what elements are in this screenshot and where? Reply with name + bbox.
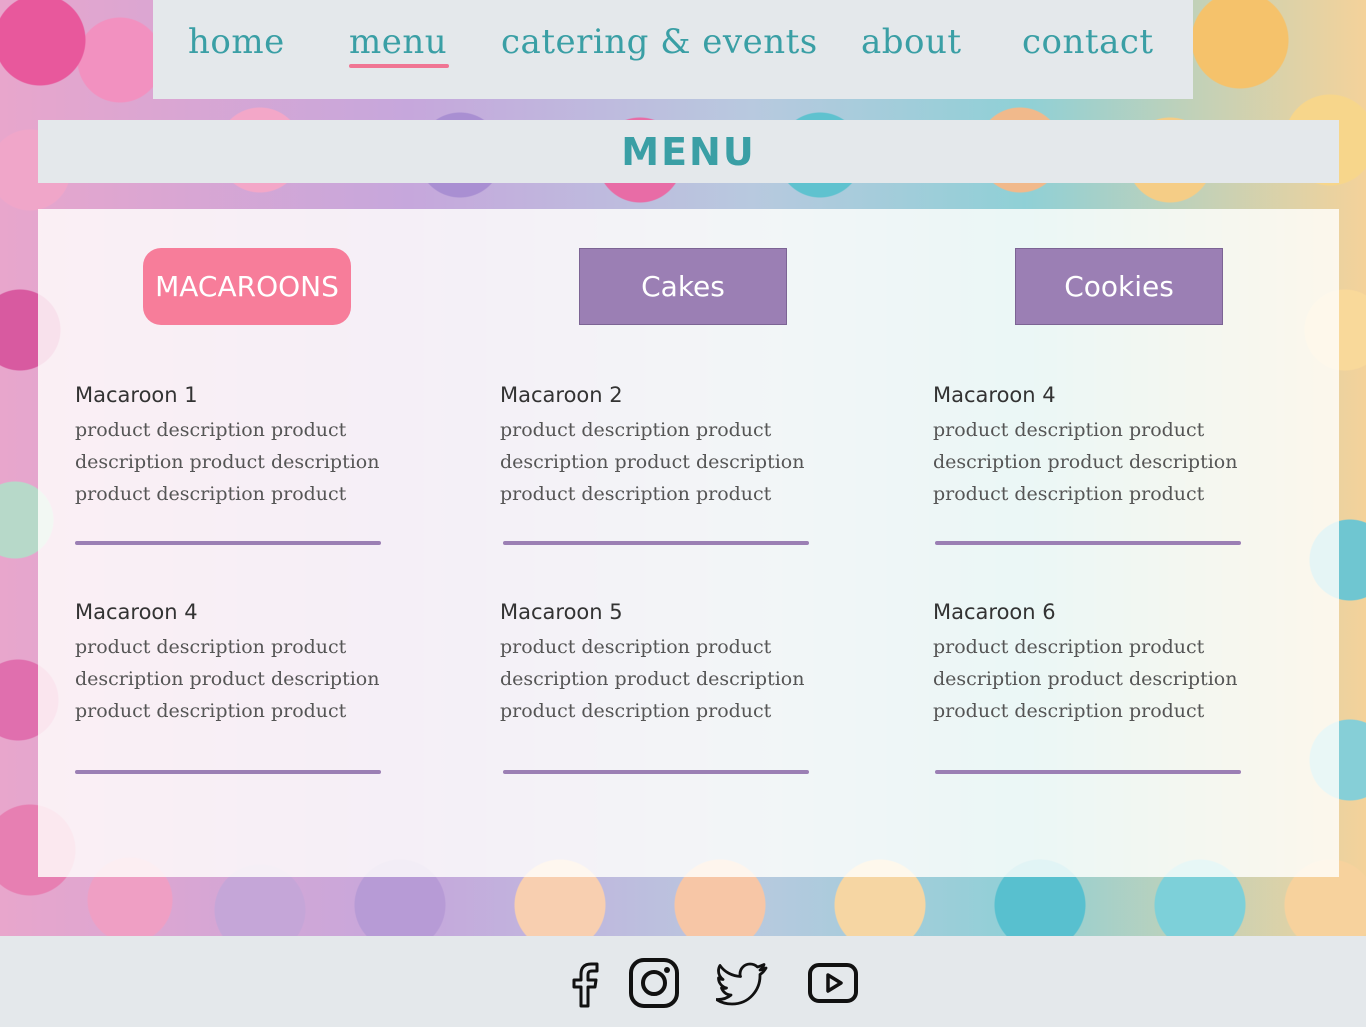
facebook-icon[interactable] [560, 956, 614, 1010]
category-cookies-button[interactable]: Cookies [1015, 248, 1223, 325]
product-card: Macaroon 2 product description product d… [500, 383, 840, 510]
product-description: product description product description … [933, 419, 1238, 505]
page-title: MENU [621, 129, 756, 174]
youtube-icon[interactable] [806, 956, 860, 1010]
instagram-icon[interactable] [627, 956, 681, 1010]
product-card: Macaroon 5 product description product d… [500, 600, 840, 727]
nav-contact[interactable]: contact [1022, 22, 1154, 62]
product-divider [935, 770, 1241, 774]
nav-catering-events[interactable]: catering & events [501, 22, 818, 62]
product-card: Macaroon 1 product description product d… [75, 383, 415, 510]
nav-home[interactable]: home [188, 22, 285, 62]
product-card: Macaroon 4 product description product d… [75, 600, 415, 727]
product-card: Macaroon 6 product description product d… [933, 600, 1273, 727]
product-name: Macaroon 2 [500, 383, 623, 407]
nav-about[interactable]: about [861, 22, 962, 62]
product-divider [75, 541, 381, 545]
product-description: product description product description … [500, 419, 805, 505]
page-title-bar: MENU [38, 120, 1339, 183]
product-divider [935, 541, 1241, 545]
product-name: Macaroon 1 [75, 383, 198, 407]
product-divider [75, 770, 381, 774]
product-description: product description product description … [75, 636, 380, 722]
product-name: Macaroon 5 [500, 600, 623, 624]
product-divider [503, 770, 809, 774]
product-description: product description product description … [933, 636, 1238, 722]
category-macaroons-button[interactable]: MACAROONS [143, 248, 351, 325]
product-name: Macaroon 4 [75, 600, 198, 624]
category-cakes-button[interactable]: Cakes [579, 248, 787, 325]
nav-menu[interactable]: menu [349, 22, 450, 68]
product-divider [503, 541, 809, 545]
twitter-icon[interactable] [716, 956, 770, 1010]
product-description: product description product description … [500, 636, 805, 722]
product-name: Macaroon 6 [933, 600, 1056, 624]
top-navigation: home menu catering & events about contac… [153, 0, 1193, 99]
product-description: product description product description … [75, 419, 380, 505]
footer [0, 936, 1366, 1027]
product-name: Macaroon 4 [933, 383, 1056, 407]
product-card: Macaroon 4 product description product d… [933, 383, 1273, 510]
